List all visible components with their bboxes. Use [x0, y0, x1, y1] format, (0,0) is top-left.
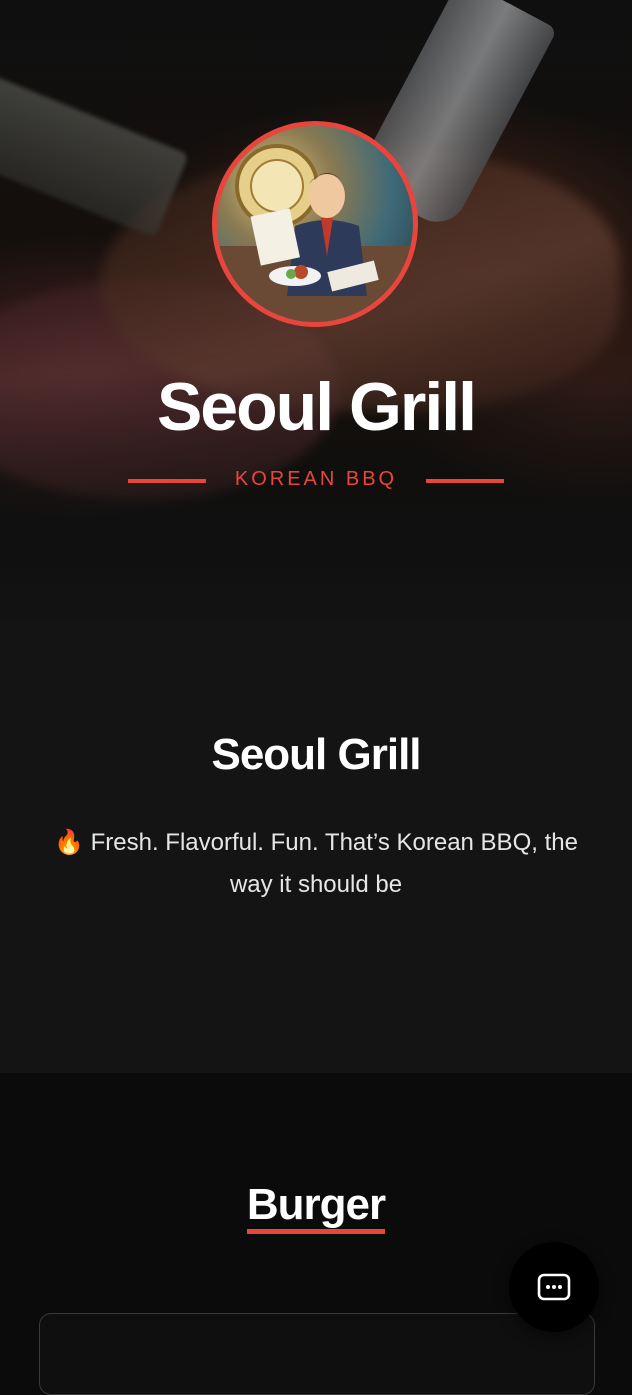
mascot-illustration-icon — [217, 144, 413, 322]
tagline-divider-left — [128, 479, 206, 483]
about-title: Seoul Grill — [211, 730, 421, 779]
hero-section: Seoul Grill KOREAN BBQ — [0, 0, 632, 620]
menu-category-title[interactable]: Burger — [246, 1181, 386, 1234]
about-description: 🔥 Fresh. Flavorful. Fun. That’s Korean B… — [54, 829, 578, 898]
hero-title: Seoul Grill — [156, 369, 477, 445]
chat-icon — [537, 1273, 571, 1301]
chat-button[interactable] — [509, 1242, 599, 1332]
restaurant-avatar — [212, 121, 418, 327]
tagline: KOREAN BBQ — [234, 468, 398, 490]
menu-item-card[interactable] — [39, 1313, 595, 1395]
menu-category-heading: Burger — [0, 1181, 632, 1234]
tagline-divider-right — [426, 479, 504, 483]
about-section: Seoul Grill 🔥 Fresh. Flavorful. Fun. Tha… — [0, 620, 632, 1073]
tagline-row: KOREAN BBQ — [0, 468, 632, 494]
